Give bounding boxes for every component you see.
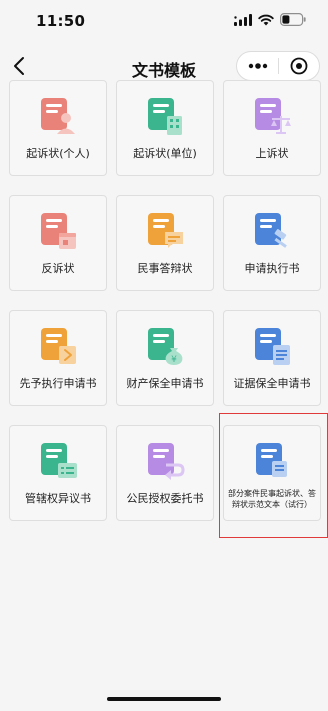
template-card-appeal[interactable]: 上诉状	[223, 80, 321, 176]
svg-text:¥: ¥	[171, 355, 177, 365]
more-dots-icon	[248, 63, 267, 69]
template-card-property-preservation[interactable]: ¥ 财产保全申请书	[116, 310, 214, 406]
template-label: 管辖权异议书	[25, 492, 91, 505]
building-document-icon	[148, 98, 182, 135]
gavel-document-icon	[255, 213, 287, 248]
template-label: 公民授权委托书	[126, 492, 204, 505]
mini-program-capsule	[236, 51, 320, 81]
template-label: 财产保全申请书	[126, 377, 204, 390]
template-label: 证据保全申请书	[233, 377, 311, 390]
template-label: 起诉状(个人)	[26, 147, 90, 160]
calendar-document-icon	[41, 213, 76, 249]
template-label: 申请执行书	[244, 262, 300, 275]
scales-document-icon	[255, 98, 291, 134]
template-card-complaint-individual[interactable]: 起诉状(个人)	[9, 80, 107, 176]
template-card-complaint-organization[interactable]: 起诉状(单位)	[116, 80, 214, 176]
template-card-execution-application[interactable]: 申请执行书	[223, 195, 321, 291]
template-card-evidence-preservation[interactable]: 证据保全申请书	[223, 310, 321, 406]
signal-icon	[234, 13, 252, 26]
template-label: 民事答辩状	[137, 262, 193, 275]
target-close-icon	[290, 57, 308, 75]
template-card-civil-defense[interactable]: 民事答辩状	[116, 195, 214, 291]
template-label: 起诉状(单位)	[133, 147, 197, 160]
file-stack-document-icon	[255, 328, 290, 365]
person-document-icon	[41, 98, 75, 134]
template-label: 上诉状	[255, 147, 289, 160]
template-label: 先予执行申请书	[19, 377, 97, 390]
close-mini-program-button[interactable]	[279, 52, 319, 80]
template-card-jurisdiction-objection[interactable]: 管辖权异议书	[9, 425, 107, 521]
template-card-counterclaim[interactable]: 反诉状	[9, 195, 107, 291]
battery-icon	[280, 13, 306, 26]
more-button[interactable]	[237, 52, 278, 80]
selection-highlight	[219, 413, 328, 538]
template-card-advance-execution[interactable]: 先予执行申请书	[9, 310, 107, 406]
template-card-power-of-attorney[interactable]: 公民授权委托书	[116, 425, 214, 521]
status-icons	[234, 13, 306, 26]
status-time: 11:50	[36, 12, 86, 30]
home-indicator	[107, 697, 221, 701]
wifi-icon	[258, 14, 274, 25]
return-document-icon	[148, 443, 185, 480]
list-document-icon	[41, 443, 77, 478]
forward-document-icon	[41, 328, 76, 364]
money-bag-document-icon: ¥	[148, 328, 183, 365]
template-label: 反诉状	[41, 262, 75, 275]
status-bar: 11:50	[0, 0, 328, 44]
chat-document-icon	[148, 213, 183, 248]
